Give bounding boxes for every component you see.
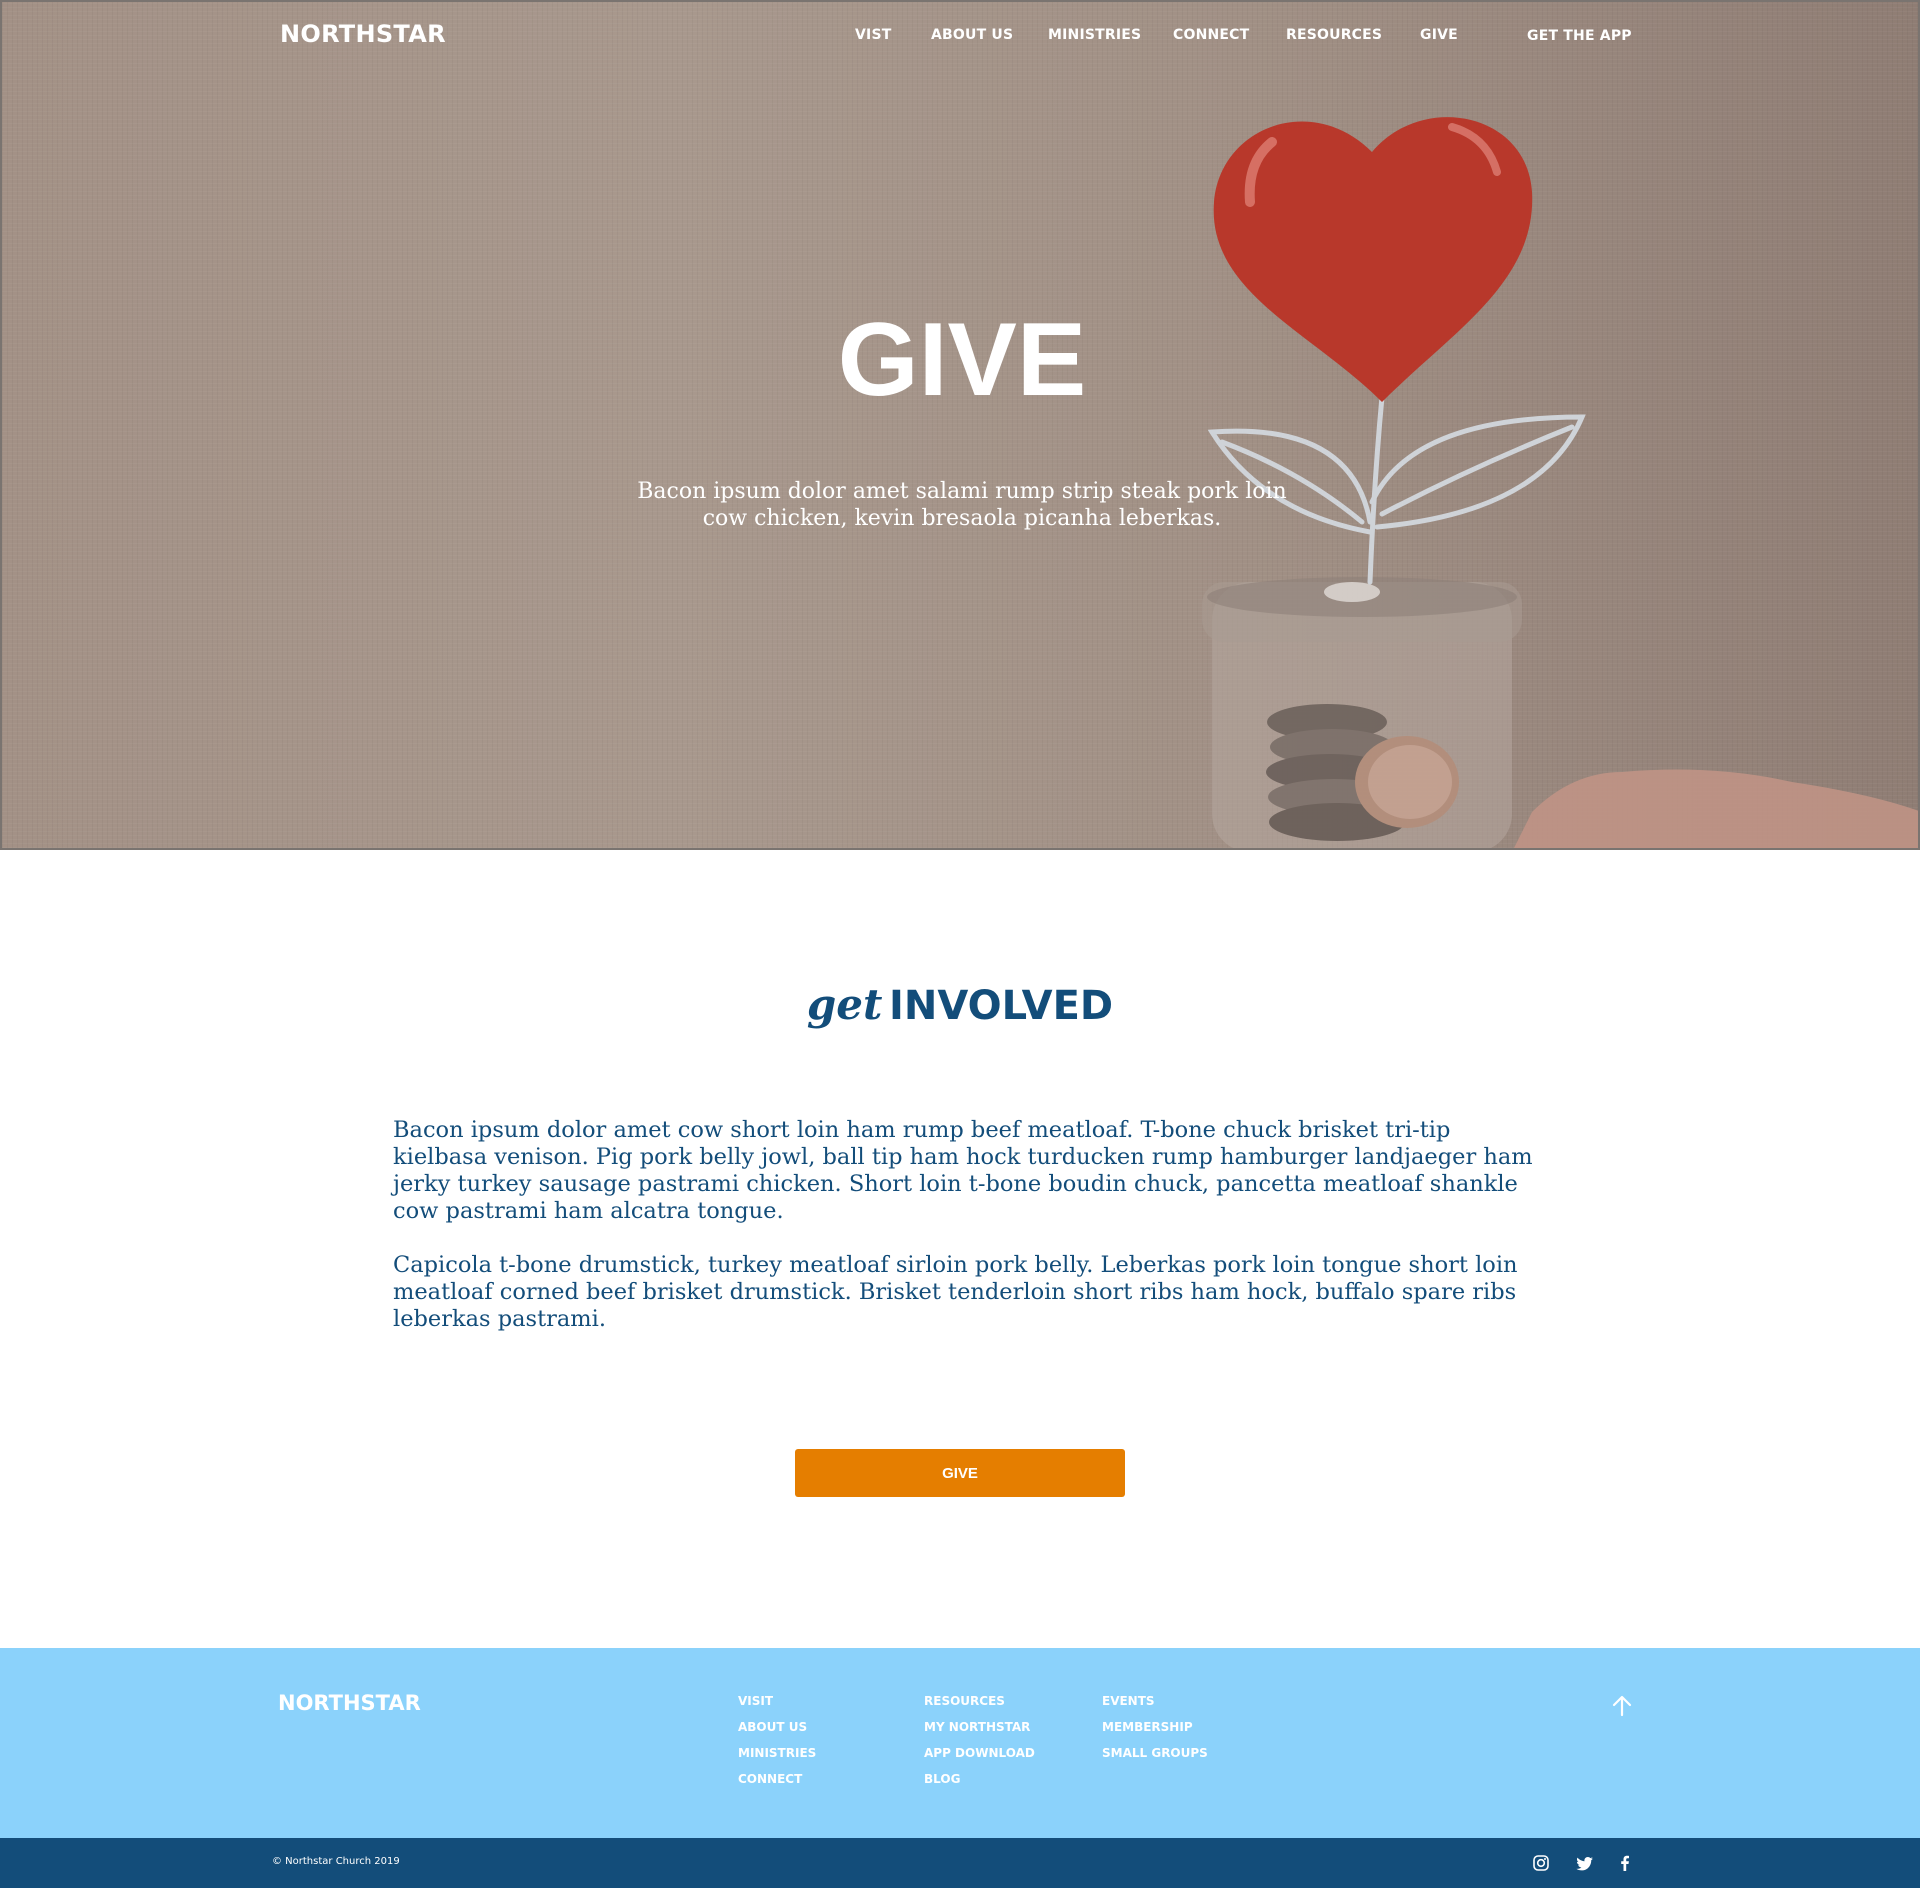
hand-shape <box>1514 769 1918 848</box>
footer-link-membership[interactable]: MEMBERSHIP <box>1102 1720 1208 1746</box>
site-logo[interactable]: NORTHSTAR <box>280 20 446 48</box>
body-paragraph-2: Capicola t-bone drumstick, turkey meatlo… <box>393 1252 1518 1332</box>
footer-link-events[interactable]: EVENTS <box>1102 1694 1208 1720</box>
hero-title: GIVE <box>837 302 1087 418</box>
footer-column-3: EVENTS MEMBERSHIP SMALL GROUPS <box>1102 1694 1208 1772</box>
hero-image <box>1202 117 1918 848</box>
hero-subtitle: Bacon ipsum dolor amet salami rump strip… <box>637 479 1287 531</box>
footer-link-about-us[interactable]: ABOUT US <box>738 1720 816 1746</box>
footer-link-visit[interactable]: VISIT <box>738 1694 816 1720</box>
hero-section: NORTHSTAR VIST ABOUT US MINISTRIES CONNE… <box>0 0 1920 850</box>
nav-item-give[interactable]: GIVE <box>1420 27 1458 43</box>
facebook-icon[interactable] <box>1614 1852 1636 1874</box>
footer-links-section: NORTHSTAR VISIT ABOUT US MINISTRIES CONN… <box>0 1648 1920 1838</box>
heading-italic-word: get <box>806 980 883 1029</box>
nav-item-resources[interactable]: RESOURCES <box>1286 27 1382 43</box>
section-heading: get INVOLVED <box>0 983 1920 1029</box>
arrow-up-icon[interactable] <box>1609 1693 1635 1719</box>
nav-item-visit[interactable]: VIST <box>855 27 891 43</box>
footer-link-ministries[interactable]: MINISTRIES <box>738 1746 816 1772</box>
instagram-icon[interactable] <box>1530 1852 1552 1874</box>
footer-link-connect[interactable]: CONNECT <box>738 1772 816 1798</box>
footer-link-my-northstar[interactable]: MY NORTHSTAR <box>924 1720 1035 1746</box>
footer-link-app-download[interactable]: APP DOWNLOAD <box>924 1746 1035 1772</box>
footer-link-small-groups[interactable]: SMALL GROUPS <box>1102 1746 1208 1772</box>
get-the-app-link[interactable]: GET THE APP <box>1527 28 1632 44</box>
heading-bold-word: INVOLVED <box>889 983 1114 1029</box>
nav-item-ministries[interactable]: MINISTRIES <box>1048 27 1141 43</box>
footer-logo[interactable]: NORTHSTAR <box>278 1691 421 1715</box>
copyright-text: © Northstar Church 2019 <box>272 1856 400 1867</box>
footer-link-blog[interactable]: BLOG <box>924 1772 1035 1798</box>
nav-item-about-us[interactable]: ABOUT US <box>931 27 1013 43</box>
footer-column-2: RESOURCES MY NORTHSTAR APP DOWNLOAD BLOG <box>924 1694 1035 1798</box>
nav-item-connect[interactable]: CONNECT <box>1173 27 1249 43</box>
footer-link-resources[interactable]: RESOURCES <box>924 1694 1035 1720</box>
footer-bottom-bar: © Northstar Church 2019 <box>0 1838 1920 1888</box>
give-button[interactable]: GIVE <box>795 1449 1125 1497</box>
top-navigation: NORTHSTAR VIST ABOUT US MINISTRIES CONNE… <box>2 2 1918 72</box>
coin-jar <box>1202 577 1522 848</box>
footer-column-1: VISIT ABOUT US MINISTRIES CONNECT <box>738 1694 816 1798</box>
twitter-icon[interactable] <box>1574 1852 1596 1874</box>
body-paragraph-1: Bacon ipsum dolor amet cow short loin ha… <box>393 1117 1533 1224</box>
